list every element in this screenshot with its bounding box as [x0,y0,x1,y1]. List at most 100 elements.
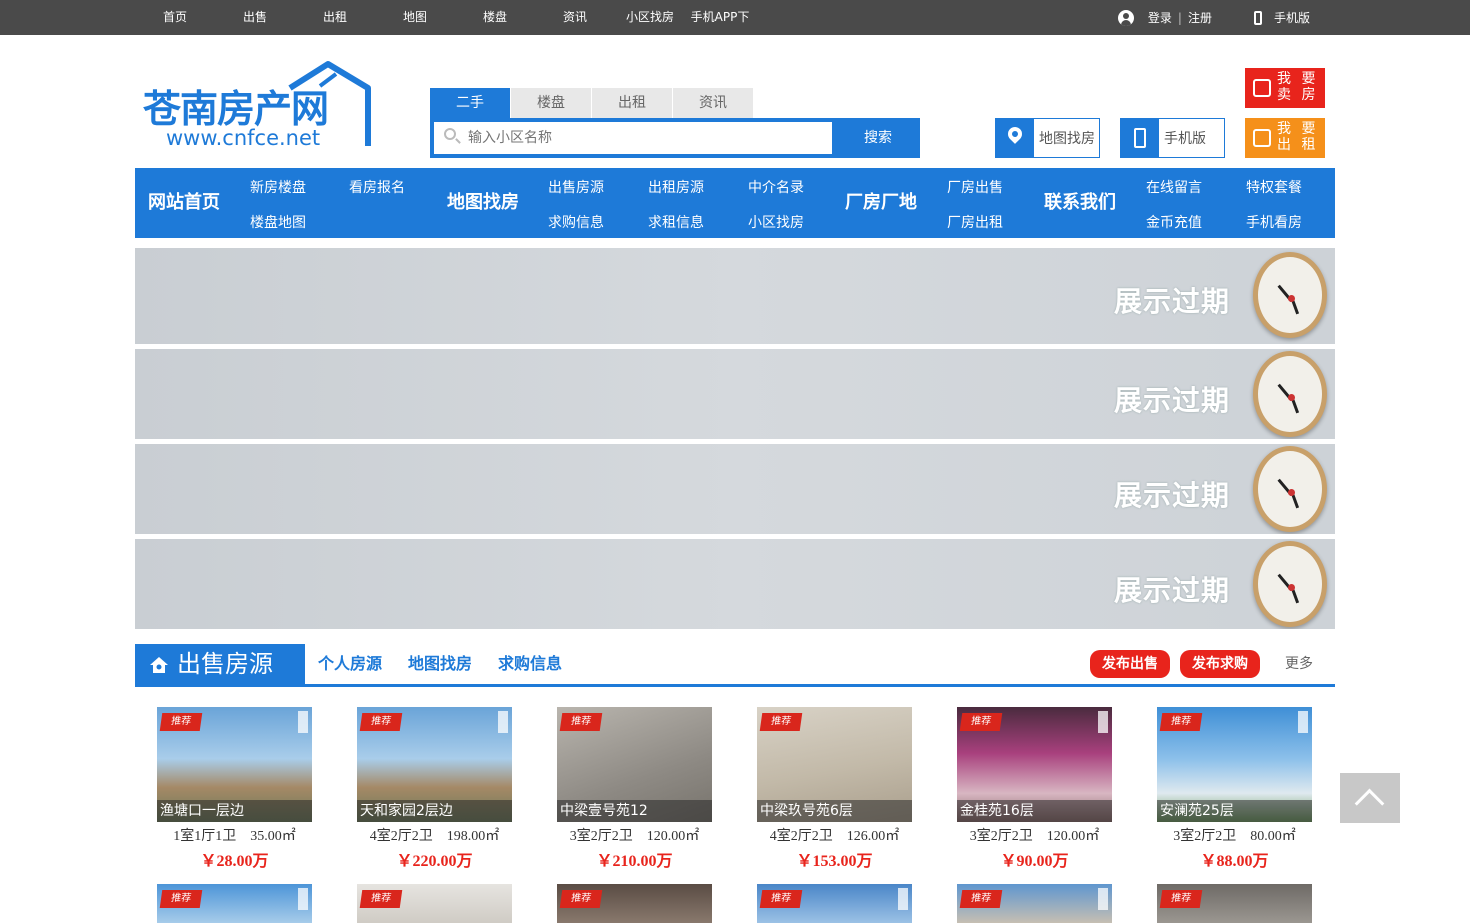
tag-icon [1253,79,1271,97]
nav-message[interactable]: 在线留言 [1146,177,1202,197]
search-tab-rent[interactable]: 出租 [592,88,672,118]
search-tab-second-hand[interactable]: 二手 [430,88,510,118]
top-nav-buildings[interactable]: 楼盘 [455,0,535,35]
listing-photo[interactable]: 推荐 中梁玖号苑6层 [757,707,912,822]
listing-photo[interactable]: 推荐 天和家园2层边 [357,707,512,822]
listing-card[interactable]: 推荐 [757,884,912,923]
listing-photo[interactable]: 推荐 [957,884,1112,923]
listing-price: ￥90.00万 [1000,853,1069,870]
clock-icon [1253,252,1327,338]
top-nav-home[interactable]: 首页 [135,0,215,35]
listing-photo[interactable]: 推荐 [1157,884,1312,923]
section-link-personal[interactable]: 个人房源 [318,644,382,684]
listing-price: ￥210.00万 [596,853,673,870]
nav-map-search[interactable]: 地图找房 [447,168,519,238]
back-to-top-button[interactable] [1340,773,1400,823]
logo-title: 苍南房产网 [143,87,329,131]
section-link-map[interactable]: 地图找房 [408,644,472,684]
top-nav-community[interactable]: 小区找房 [615,0,685,35]
listing-name: 中梁壹号苑12 [557,800,712,822]
publish-sale-button[interactable]: 发布出售 [1090,650,1170,678]
register-link[interactable]: 注册 [1188,9,1212,26]
listing-card[interactable]: 推荐 [957,884,1112,923]
listing-card[interactable]: 推荐 [1157,884,1312,923]
listing-spec: 3室2厅2卫 80.00㎡ [1173,829,1296,844]
banner-text: 展示过期 [1113,285,1230,318]
search-button[interactable]: 搜索 [836,118,920,158]
top-nav-news[interactable]: 资讯 [535,0,615,35]
nav-sale-listings[interactable]: 出售房源 [548,177,604,197]
listing-card[interactable]: 推荐 中梁玖号苑6层 4室2厅2卫 126.00㎡ ￥153.00万 [757,707,912,871]
nav-factory[interactable]: 厂房厂地 [845,168,917,238]
phone-icon [1253,10,1262,25]
nav-community[interactable]: 小区找房 [748,212,804,232]
nav-new-buildings[interactable]: 新房楼盘 [250,177,306,197]
cart-icon [1253,129,1271,147]
site-logo[interactable]: 苍南房产网 www.cnfce.net [140,60,375,155]
listing-card[interactable]: 推荐 安澜苑25层 3室2厅2卫 80.00㎡ ￥88.00万 [1157,707,1312,871]
ad-banner[interactable]: 展示过期 [135,444,1335,534]
nav-viewing-signup[interactable]: 看房报名 [349,177,405,197]
login-link[interactable]: 登录 [1148,9,1172,26]
ad-banner[interactable]: 展示过期 [135,349,1335,439]
banner-text: 展示过期 [1113,574,1230,607]
listing-card[interactable]: 推荐 [357,884,512,923]
top-nav-rent[interactable]: 出租 [295,0,375,35]
search-tab-buildings[interactable]: 楼盘 [511,88,591,118]
rent-out-button[interactable]: 我 要 出 租 [1245,118,1325,158]
listing-photo[interactable]: 推荐 [157,884,312,923]
search-input[interactable] [434,122,832,154]
location-pin-icon [1005,124,1025,144]
sell-house-button[interactable]: 我 要 卖 房 [1245,68,1325,108]
nav-wanted-buy[interactable]: 求购信息 [548,212,604,232]
listing-photo[interactable]: 推荐 [357,884,512,923]
nav-recharge[interactable]: 金币充值 [1146,212,1202,232]
section-link-wanted[interactable]: 求购信息 [498,644,562,684]
listing-spec: 1室1厅1卫 35.00㎡ [173,829,296,844]
listing-photo[interactable]: 推荐 中梁壹号苑12 [557,707,712,822]
listing-card[interactable]: 推荐 渔塘口一层边 1室1厅1卫 35.00㎡ ￥28.00万 [157,707,312,871]
search-tab-news[interactable]: 资讯 [673,88,753,118]
mobile-version-button[interactable]: 手机版 [1120,118,1225,158]
nav-factory-sale[interactable]: 厂房出售 [947,177,1003,197]
user-icon [1117,9,1134,26]
top-nav-app-download[interactable]: 手机APP下载 [685,0,755,59]
recommend-tag: 推荐 [559,890,603,908]
nav-building-map[interactable]: 楼盘地图 [250,212,306,232]
logo-url: www.cnfce.net [166,126,321,150]
ad-banner[interactable]: 展示过期 [135,248,1335,344]
nav-rent-listings[interactable]: 出租房源 [648,177,704,197]
top-nav-map[interactable]: 地图 [375,0,455,35]
nav-contact[interactable]: 联系我们 [1044,168,1116,238]
nav-home[interactable]: 网站首页 [148,168,220,238]
nav-agents[interactable]: 中介名录 [748,177,804,197]
listing-card[interactable]: 推荐 天和家园2层边 4室2厅2卫 198.00㎡ ￥220.00万 [357,707,512,871]
listing-photo[interactable]: 推荐 [557,884,712,923]
listing-name: 中梁玖号苑6层 [757,800,912,822]
nav-factory-rent[interactable]: 厂房出租 [947,212,1003,232]
mobile-link[interactable]: 手机版 [1274,9,1310,26]
nav-vip[interactable]: 特权套餐 [1246,177,1302,197]
listing-card[interactable]: 推荐 [157,884,312,923]
ad-banner[interactable]: 展示过期 [135,539,1335,629]
listing-card[interactable]: 推荐 [557,884,712,923]
banner-text: 展示过期 [1113,384,1230,417]
publish-wanted-button[interactable]: 发布求购 [1180,650,1260,678]
listing-photo[interactable]: 推荐 渔塘口一层边 [157,707,312,822]
listing-name: 金桂苑16层 [957,800,1112,822]
top-nav-sale[interactable]: 出售 [215,0,295,35]
more-link[interactable]: 更多 [1285,644,1313,684]
search-tabs: 二手 楼盘 出租 资讯 [430,88,920,118]
recommend-tag: 推荐 [359,713,403,731]
nav-mobile-view[interactable]: 手机看房 [1246,212,1302,232]
main-nav: 网站首页 新房楼盘 看房报名 楼盘地图 地图找房 出售房源 出租房源 中介名录 … [135,168,1335,238]
listing-photo[interactable]: 推荐 [757,884,912,923]
listing-photo[interactable]: 推荐 金桂苑16层 [957,707,1112,822]
listing-card[interactable]: 推荐 金桂苑16层 3室2厅2卫 120.00㎡ ￥90.00万 [957,707,1112,871]
listing-spec: 4室2厅2卫 126.00㎡ [769,829,900,844]
listing-price: ￥88.00万 [1200,853,1269,870]
listing-card[interactable]: 推荐 中梁壹号苑12 3室2厅2卫 120.00㎡ ￥210.00万 [557,707,712,871]
listing-photo[interactable]: 推荐 安澜苑25层 [1157,707,1312,822]
map-search-button[interactable]: 地图找房 [995,118,1100,158]
nav-wanted-rent[interactable]: 求租信息 [648,212,704,232]
